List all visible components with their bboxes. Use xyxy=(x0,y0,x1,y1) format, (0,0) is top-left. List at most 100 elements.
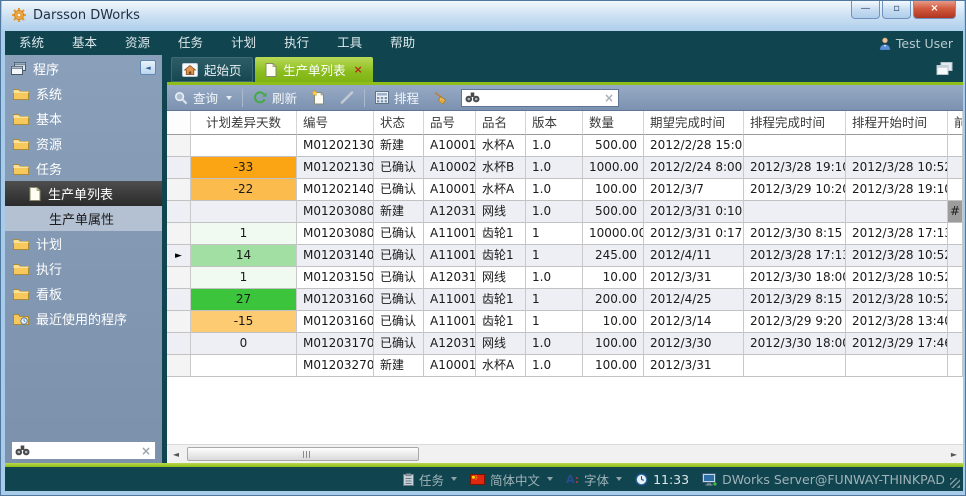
sidebar-collapse-button[interactable]: ◄ xyxy=(140,60,156,75)
cell-ver: 1 xyxy=(526,245,583,267)
status-label: 字体 xyxy=(584,470,609,489)
cell-end xyxy=(744,135,846,157)
sidebar-item-9[interactable]: 看板 xyxy=(5,281,162,306)
scrollbar-thumb[interactable] xyxy=(187,447,419,461)
status-language-dropdown-icon[interactable] xyxy=(547,477,553,481)
menu-item-1[interactable]: 系统 xyxy=(5,35,58,50)
column-header-item[interactable]: 品号 xyxy=(424,111,476,135)
query-button[interactable]: 查询 xyxy=(167,87,239,109)
scroll-right-icon[interactable]: ► xyxy=(947,448,961,461)
status-server[interactable]: DWorks Server@FUNWAY-THINKPAD xyxy=(702,472,945,487)
menu-item-5[interactable]: 计划 xyxy=(217,35,270,50)
column-header-name[interactable]: 品名 xyxy=(476,111,526,135)
maximize-button[interactable]: ▫ xyxy=(882,1,911,19)
menu-item-7[interactable]: 工具 xyxy=(323,35,376,50)
column-header-qty[interactable]: 数量 xyxy=(583,111,644,135)
refresh-button[interactable]: 刷新 xyxy=(246,87,304,109)
sidebar-search-clear-icon[interactable]: × xyxy=(141,444,151,458)
cell-qty: 10.00 xyxy=(583,311,644,333)
cell-id: M012031701 xyxy=(297,333,374,355)
table-row[interactable]: 0M012031701已确认A12031网线1.0100.002012/3/30… xyxy=(167,333,963,355)
status-font[interactable]: A字体 xyxy=(566,470,622,489)
cell-status: 已确认 xyxy=(374,223,424,245)
column-header-start[interactable]: 排程开始时间 xyxy=(846,111,948,135)
table-row[interactable]: 1M012031501已确认A12031网线1.010.002012/3/312… xyxy=(167,267,963,289)
cell-start: 2012/3/29 17:46 xyxy=(846,333,948,355)
cell-qty: 10.00 xyxy=(583,267,644,289)
sidebar-item-5[interactable]: 生产单列表 xyxy=(5,181,162,206)
status-time[interactable]: 11:33 xyxy=(635,472,689,487)
doc-icon xyxy=(265,63,277,77)
query-dropdown-icon[interactable] xyxy=(226,96,232,100)
table-row[interactable]: M012021301新建A10001水杯A1.0500.002012/2/28 … xyxy=(167,135,963,157)
clean-button[interactable] xyxy=(426,87,455,109)
cell-status: 已确认 xyxy=(374,333,424,355)
menu-item-6[interactable]: 执行 xyxy=(270,35,323,50)
sidebar-item-3[interactable]: 资源 xyxy=(5,131,162,156)
tab-list-icon[interactable] xyxy=(936,62,953,75)
tab-1[interactable]: 起始页 xyxy=(171,57,253,82)
menu-item-4[interactable]: 任务 xyxy=(164,35,217,50)
menu-item-2[interactable]: 基本 xyxy=(58,35,111,50)
cell-extra xyxy=(948,267,963,289)
menu-item-8[interactable]: 帮助 xyxy=(376,35,429,50)
column-header-ver[interactable]: 版本 xyxy=(526,111,583,135)
sidebar-item-4[interactable]: 任务 xyxy=(5,156,162,181)
column-header-due[interactable]: 期望完成时间 xyxy=(644,111,744,135)
sidebar-item-2[interactable]: 基本 xyxy=(5,106,162,131)
column-header-id[interactable]: 编号 xyxy=(297,111,374,135)
column-header-end[interactable]: 排程完成时间 xyxy=(744,111,846,135)
tab-close-icon[interactable]: × xyxy=(354,63,363,76)
scroll-left-icon[interactable]: ◄ xyxy=(169,448,183,461)
sidebar-search-box[interactable]: × xyxy=(11,441,156,460)
table-row[interactable]: ►14M012031402已确认A11001齿轮11245.002012/4/1… xyxy=(167,245,963,267)
menu-item-3[interactable]: 资源 xyxy=(111,35,164,50)
sidebar-item-8[interactable]: 执行 xyxy=(5,256,162,281)
table-row[interactable]: -22M012021401已确认A10001水杯A1.0100.002012/3… xyxy=(167,179,963,201)
new-button[interactable] xyxy=(304,87,333,109)
cell-due: 2012/2/24 8:00 xyxy=(644,157,744,179)
toolbar-search-clear-icon[interactable]: × xyxy=(604,91,614,105)
table-row[interactable]: 1M012030802已确认A11001齿轮1110000.002012/3/3… xyxy=(167,223,963,245)
programs-icon xyxy=(11,62,26,75)
close-button[interactable]: × xyxy=(913,1,956,19)
table-row[interactable]: -15M012031602已确认A11001齿轮1110.002012/3/14… xyxy=(167,311,963,333)
status-label: 11:33 xyxy=(653,472,689,487)
edit-button[interactable] xyxy=(333,87,361,109)
user-name: Test User xyxy=(896,36,953,51)
cell-diff: 27 xyxy=(191,289,297,311)
table-row[interactable]: 27M012031601已确认A11001齿轮11200.002012/4/25… xyxy=(167,289,963,311)
status-language[interactable]: 简体中文 xyxy=(470,470,553,489)
tab-2[interactable]: 生产单列表 × xyxy=(255,57,373,82)
horizontal-scrollbar[interactable]: ◄ ► xyxy=(167,444,963,463)
status-font-dropdown-icon[interactable] xyxy=(616,477,622,481)
schedule-button[interactable]: 排程 xyxy=(368,87,426,109)
server-icon xyxy=(702,473,717,486)
cell-due: 2012/3/30 xyxy=(644,333,744,355)
cell-extra xyxy=(948,333,963,355)
cell-item: A10001 xyxy=(424,179,476,201)
refresh-icon xyxy=(253,91,267,105)
table-row[interactable]: M012032701新建A10001水杯A1.0100.002012/3/31 xyxy=(167,355,963,377)
table-row[interactable]: -33M012021302已确认A10002水杯B1.01000.002012/… xyxy=(167,157,963,179)
table-row[interactable]: M012030801新建A12031网线1.0500.002012/3/31 0… xyxy=(167,201,963,223)
column-header-status[interactable]: 状态 xyxy=(374,111,424,135)
calculator-icon xyxy=(375,91,389,104)
sidebar-item-10[interactable]: 最近使用的程序 xyxy=(5,306,162,331)
tab-label: 生产单列表 xyxy=(283,60,346,79)
cell-qty: 200.00 xyxy=(583,289,644,311)
sidebar-item-6[interactable]: 生产单属性 xyxy=(5,206,162,231)
cell-due: 2012/3/31 xyxy=(644,355,744,377)
resize-grip[interactable] xyxy=(950,478,960,488)
column-header-extra[interactable]: 前 xyxy=(948,111,963,135)
status-task-dropdown-icon[interactable] xyxy=(451,477,457,481)
sidebar-item-7[interactable]: 计划 xyxy=(5,231,162,256)
minimize-button[interactable]: — xyxy=(851,1,880,19)
sidebar-item-1[interactable]: 系统 xyxy=(5,81,162,106)
status-task[interactable]: 任务 xyxy=(403,470,457,489)
cell-item: A10001 xyxy=(424,355,476,377)
cell-item: A12031 xyxy=(424,267,476,289)
status-label: 简体中文 xyxy=(490,470,540,489)
column-header-diff[interactable]: 计划差异天数 xyxy=(191,111,297,135)
toolbar-search-box[interactable]: × xyxy=(461,89,619,107)
